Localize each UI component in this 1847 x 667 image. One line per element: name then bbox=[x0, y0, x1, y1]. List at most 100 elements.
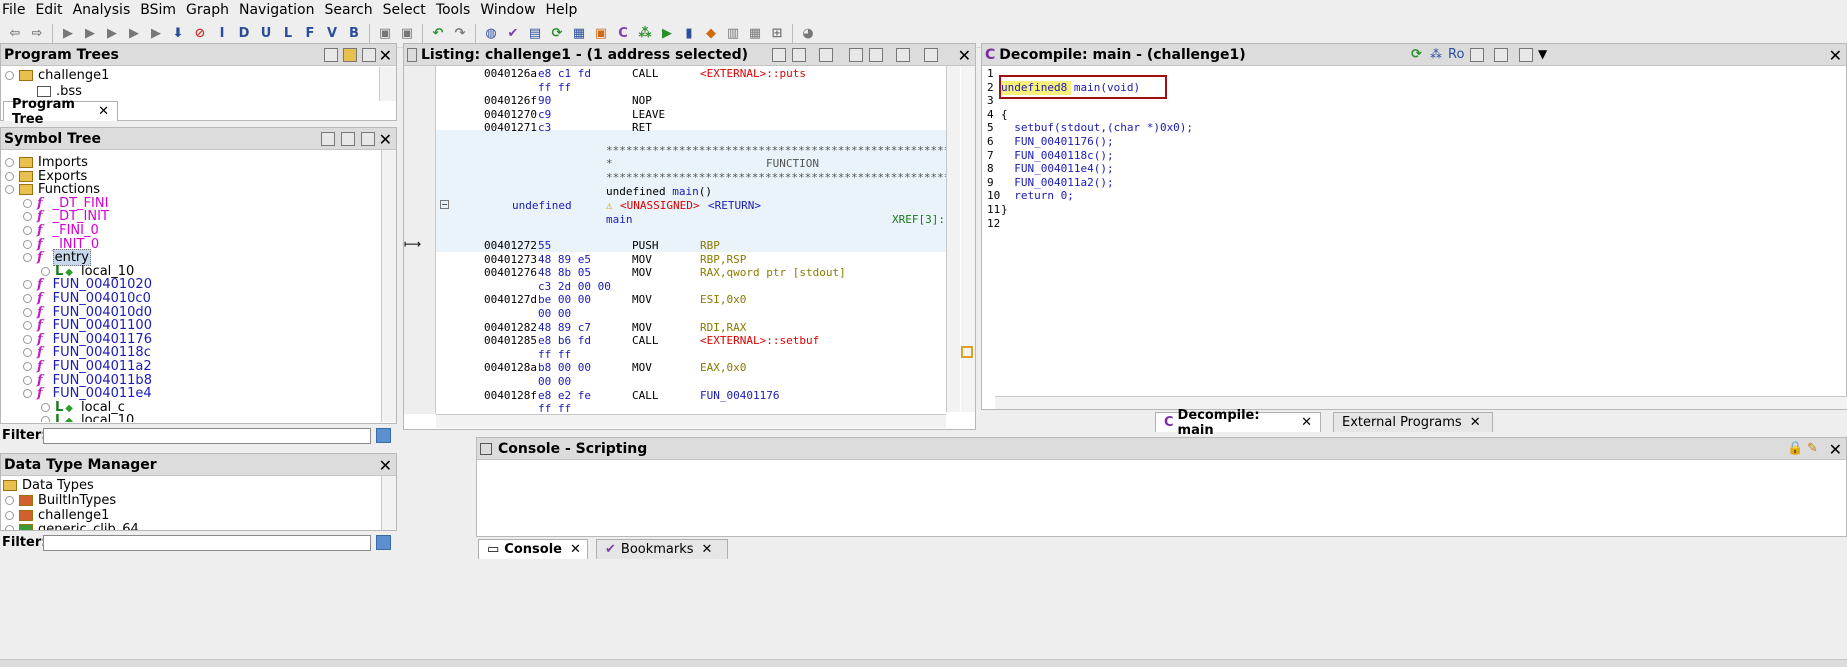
forward-arrow-icon[interactable]: ⇨ bbox=[27, 24, 47, 44]
expander-icon[interactable] bbox=[23, 239, 32, 249]
code-line[interactable]: { bbox=[1001, 108, 1008, 122]
code-line[interactable]: FUN_0040118c(); bbox=[1001, 149, 1113, 163]
clear-icon[interactable]: ✎ bbox=[1807, 441, 1818, 456]
menu-item-window[interactable]: Window bbox=[478, 2, 543, 18]
menu-item-edit[interactable]: Edit bbox=[33, 2, 70, 18]
menu-item-bsim[interactable]: BSim bbox=[138, 2, 184, 18]
expander-icon[interactable] bbox=[5, 158, 14, 167]
menu-item-navigation[interactable]: Navigation bbox=[237, 2, 323, 18]
diamond-icon[interactable]: ◆ bbox=[701, 24, 721, 44]
menu-item-graph[interactable]: Graph bbox=[184, 2, 237, 18]
tab-decompile-main[interactable]: C Decompile: main ✕ bbox=[1155, 408, 1321, 438]
expander-icon[interactable] bbox=[23, 226, 32, 235]
code-line[interactable]: } bbox=[1001, 203, 1008, 217]
menu-item-help[interactable]: Help bbox=[544, 2, 586, 18]
symbol-filter-input[interactable] bbox=[43, 428, 371, 444]
dt-root[interactable]: Data Types bbox=[3, 478, 94, 494]
tool-icon-a[interactable]: ▣ bbox=[375, 24, 395, 44]
close-icon[interactable]: ✕ bbox=[379, 456, 392, 475]
collapse-icon[interactable]: − bbox=[440, 200, 449, 209]
globe-icon[interactable]: ◍ bbox=[481, 24, 501, 44]
run-icon[interactable]: ▶ bbox=[657, 24, 677, 44]
menu-item-analysis[interactable]: Analysis bbox=[71, 2, 139, 18]
close-icon[interactable]: ✕ bbox=[1829, 46, 1842, 65]
datatype-filter-input[interactable] bbox=[43, 535, 371, 551]
copy-icon[interactable] bbox=[772, 48, 786, 62]
refresh-icon[interactable]: ⟳ bbox=[1411, 47, 1422, 62]
close-icon[interactable]: ✕ bbox=[379, 130, 392, 149]
filter-options-icon[interactable] bbox=[376, 428, 391, 443]
signature-name[interactable]: main bbox=[672, 185, 699, 198]
options-icon[interactable] bbox=[924, 48, 938, 62]
nav-down-icon[interactable]: ⬇ bbox=[168, 24, 188, 44]
redo-icon[interactable]: ↷ bbox=[450, 24, 470, 44]
expander-icon[interactable] bbox=[5, 511, 14, 520]
terminal-icon[interactable]: ▮ bbox=[679, 24, 699, 44]
code-line[interactable]: FUN_004011e4(); bbox=[1001, 162, 1113, 176]
tab-close-icon[interactable]: ✕ bbox=[1470, 415, 1481, 430]
close-icon[interactable]: ✕ bbox=[1829, 440, 1842, 459]
paste-icon[interactable] bbox=[792, 48, 806, 62]
cursor-icon[interactable] bbox=[819, 48, 833, 62]
tab-close-icon[interactable]: ✕ bbox=[98, 104, 109, 119]
expander-icon[interactable] bbox=[41, 266, 50, 276]
tab-bookmarks[interactable]: ✔ Bookmarks ✕ bbox=[596, 539, 728, 559]
nav-instruction-icon[interactable]: ▶ bbox=[80, 24, 100, 44]
expander-icon[interactable] bbox=[23, 198, 32, 208]
tab-close-icon[interactable]: ✕ bbox=[1301, 415, 1312, 430]
code-line[interactable]: FUN_004011a2(); bbox=[1001, 176, 1113, 190]
vertical-scrollbar[interactable] bbox=[946, 66, 960, 412]
tab-external-programs[interactable]: External Programs ✕ bbox=[1333, 412, 1493, 432]
tab-close-icon[interactable]: ✕ bbox=[702, 542, 713, 557]
tab-close-icon[interactable]: ✕ bbox=[570, 542, 581, 557]
expander-icon[interactable] bbox=[23, 280, 32, 290]
nav-label-icon[interactable]: ▶ bbox=[124, 24, 144, 44]
check-icon[interactable]: ✔ bbox=[503, 24, 523, 44]
menu-item-tools[interactable]: Tools bbox=[434, 2, 479, 18]
data-type-icon[interactable]: ▣ bbox=[591, 24, 611, 44]
nav-U-icon[interactable]: U bbox=[256, 24, 276, 44]
readonly-label[interactable]: Ro bbox=[1448, 47, 1464, 62]
code-line[interactable]: setbuf(stdout,(char *)0x0); bbox=[1001, 121, 1193, 135]
help-icon[interactable]: ◕ bbox=[798, 24, 818, 44]
nav-I-icon[interactable]: I bbox=[212, 24, 232, 44]
symbol-icon-c[interactable] bbox=[361, 132, 375, 146]
expander-icon[interactable] bbox=[41, 402, 50, 412]
menu-item-select[interactable]: Select bbox=[381, 2, 434, 18]
back-arrow-icon[interactable]: ⇦ bbox=[5, 24, 25, 44]
vertical-scrollbar[interactable] bbox=[379, 67, 396, 101]
snapshot-icon[interactable] bbox=[1519, 48, 1533, 62]
horizontal-scrollbar[interactable] bbox=[436, 414, 946, 428]
menu-item-file[interactable]: File bbox=[0, 2, 33, 18]
nav-data-icon[interactable]: ▶ bbox=[58, 24, 78, 44]
chevron-down-icon[interactable]: ▼ bbox=[1538, 47, 1547, 61]
tool-icon-b[interactable]: ▣ bbox=[397, 24, 417, 44]
code-line[interactable]: return 0; bbox=[1001, 189, 1074, 203]
nav-stop-icon[interactable]: ⊘ bbox=[190, 24, 210, 44]
expander-icon[interactable] bbox=[41, 416, 50, 422]
graph-icon[interactable]: ⁂ bbox=[1430, 47, 1442, 61]
expander-icon[interactable] bbox=[23, 294, 32, 303]
expander-icon[interactable] bbox=[5, 525, 14, 530]
filter-options-icon[interactable] bbox=[376, 535, 391, 550]
memory-icon[interactable]: ▤ bbox=[525, 24, 545, 44]
table-icon[interactable]: ▥ bbox=[723, 24, 743, 44]
close-icon[interactable]: ✕ bbox=[958, 46, 971, 65]
expander-icon[interactable] bbox=[23, 375, 32, 385]
close-icon[interactable]: ✕ bbox=[379, 46, 392, 65]
vertical-scrollbar[interactable] bbox=[381, 150, 396, 422]
lock-icon[interactable]: 🔒 bbox=[1787, 441, 1803, 456]
horizontal-scrollbar[interactable] bbox=[995, 396, 1847, 409]
expander-icon[interactable] bbox=[5, 171, 14, 181]
expander-icon[interactable] bbox=[23, 212, 32, 222]
dt-builtin[interactable]: BuiltInTypes bbox=[5, 493, 116, 509]
expander-icon[interactable] bbox=[23, 321, 32, 331]
dt-clib[interactable]: generic_clib_64 bbox=[5, 522, 139, 530]
tree-root-challenge1[interactable]: challenge1 bbox=[5, 68, 109, 84]
tab-program-tree[interactable]: Program Tree ✕ bbox=[3, 97, 118, 127]
copy-icon[interactable] bbox=[1470, 48, 1484, 62]
console-output[interactable] bbox=[477, 460, 1846, 536]
nav-V-icon[interactable]: V bbox=[322, 24, 342, 44]
expander-icon[interactable] bbox=[5, 71, 14, 80]
nav-D-icon[interactable]: D bbox=[234, 24, 254, 44]
